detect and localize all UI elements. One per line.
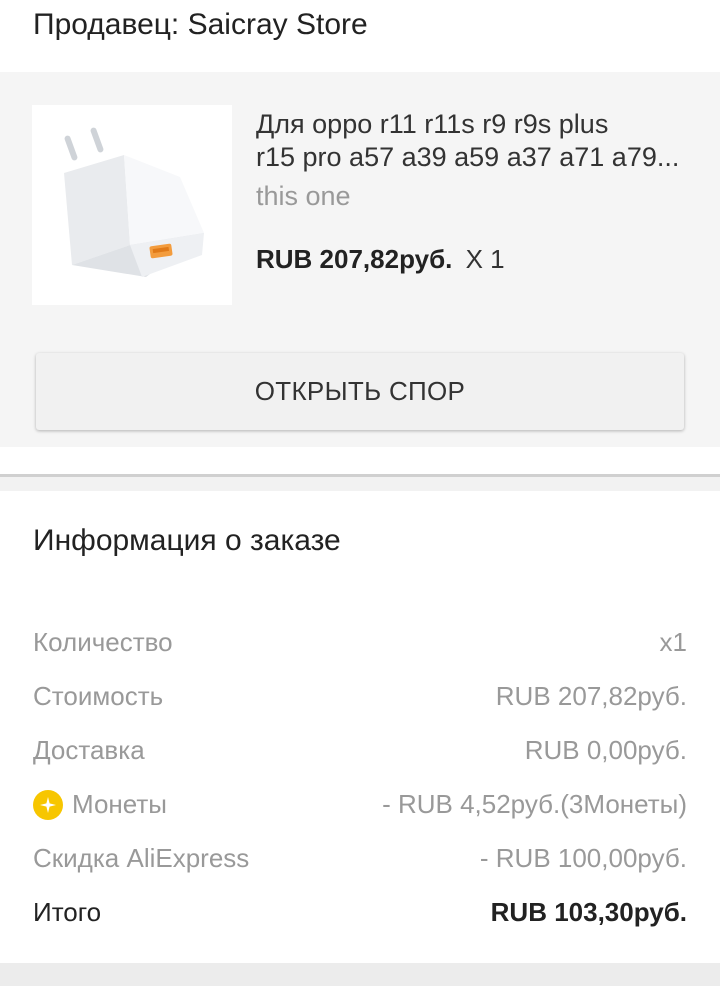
- row-value: - RUB 4,52руб.(3Монеты): [382, 789, 687, 819]
- summary-row-discount: Скидка AliExpress - RUB 100,00руб.: [33, 843, 687, 883]
- order-info-section: Информация о заказе Количество x1 Стоимо…: [0, 491, 720, 963]
- row-value: - RUB 100,00руб.: [479, 843, 687, 873]
- product-price: RUB 207,82руб. X 1: [256, 244, 505, 275]
- summary-row-coins: Монеты - RUB 4,52руб.(3Монеты): [33, 789, 687, 829]
- row-label: Доставка: [33, 735, 145, 765]
- row-value: x1: [659, 627, 687, 657]
- row-label: Скидка AliExpress: [33, 843, 250, 873]
- bottom-gap: [0, 963, 720, 986]
- seller-title[interactable]: Продавец: Saicray Store: [33, 8, 368, 42]
- open-dispute-button[interactable]: ОТКРЫТЬ СПОР: [36, 353, 684, 430]
- usb-charger-image: [64, 127, 204, 277]
- row-label: Количество: [33, 627, 173, 657]
- product-image[interactable]: [32, 105, 232, 305]
- product-variant: this one: [256, 181, 351, 211]
- product-name-line1: Для oppo r11 r11s r9 r9s plus: [256, 109, 609, 139]
- product-name-line2: r15 pro a57 a39 a59 a37 a71 a79...: [256, 142, 680, 172]
- summary-row-total: Итого RUB 103,30руб.: [33, 897, 687, 937]
- order-info-title: Информация о заказе: [33, 524, 341, 557]
- row-value: RUB 103,30руб.: [490, 897, 687, 927]
- section-gap-shade: [0, 477, 720, 491]
- row-label-text: Монеты: [72, 789, 167, 819]
- seller-header: Продавец: Saicray Store: [0, 0, 720, 72]
- product-card[interactable]: Для oppo r11 r11s r9 r9s plus r15 pro a5…: [0, 72, 720, 447]
- row-label: Итого: [33, 897, 102, 927]
- row-label: Стоимость: [33, 681, 164, 711]
- price-amount: RUB 207,82руб.: [256, 244, 453, 274]
- coin-icon: [33, 789, 63, 820]
- product-name[interactable]: Для oppo r11 r11s r9 r9s plus r15 pro a5…: [256, 108, 696, 174]
- price-quantity: X 1: [465, 244, 505, 274]
- summary-row-quantity: Количество x1: [33, 627, 687, 667]
- row-value: RUB 0,00руб.: [524, 735, 687, 765]
- row-label-coins: Монеты: [33, 789, 167, 820]
- row-value: RUB 207,82руб.: [495, 681, 687, 711]
- summary-row-cost: Стоимость RUB 207,82руб.: [33, 681, 687, 721]
- summary-row-shipping: Доставка RUB 0,00руб.: [33, 735, 687, 775]
